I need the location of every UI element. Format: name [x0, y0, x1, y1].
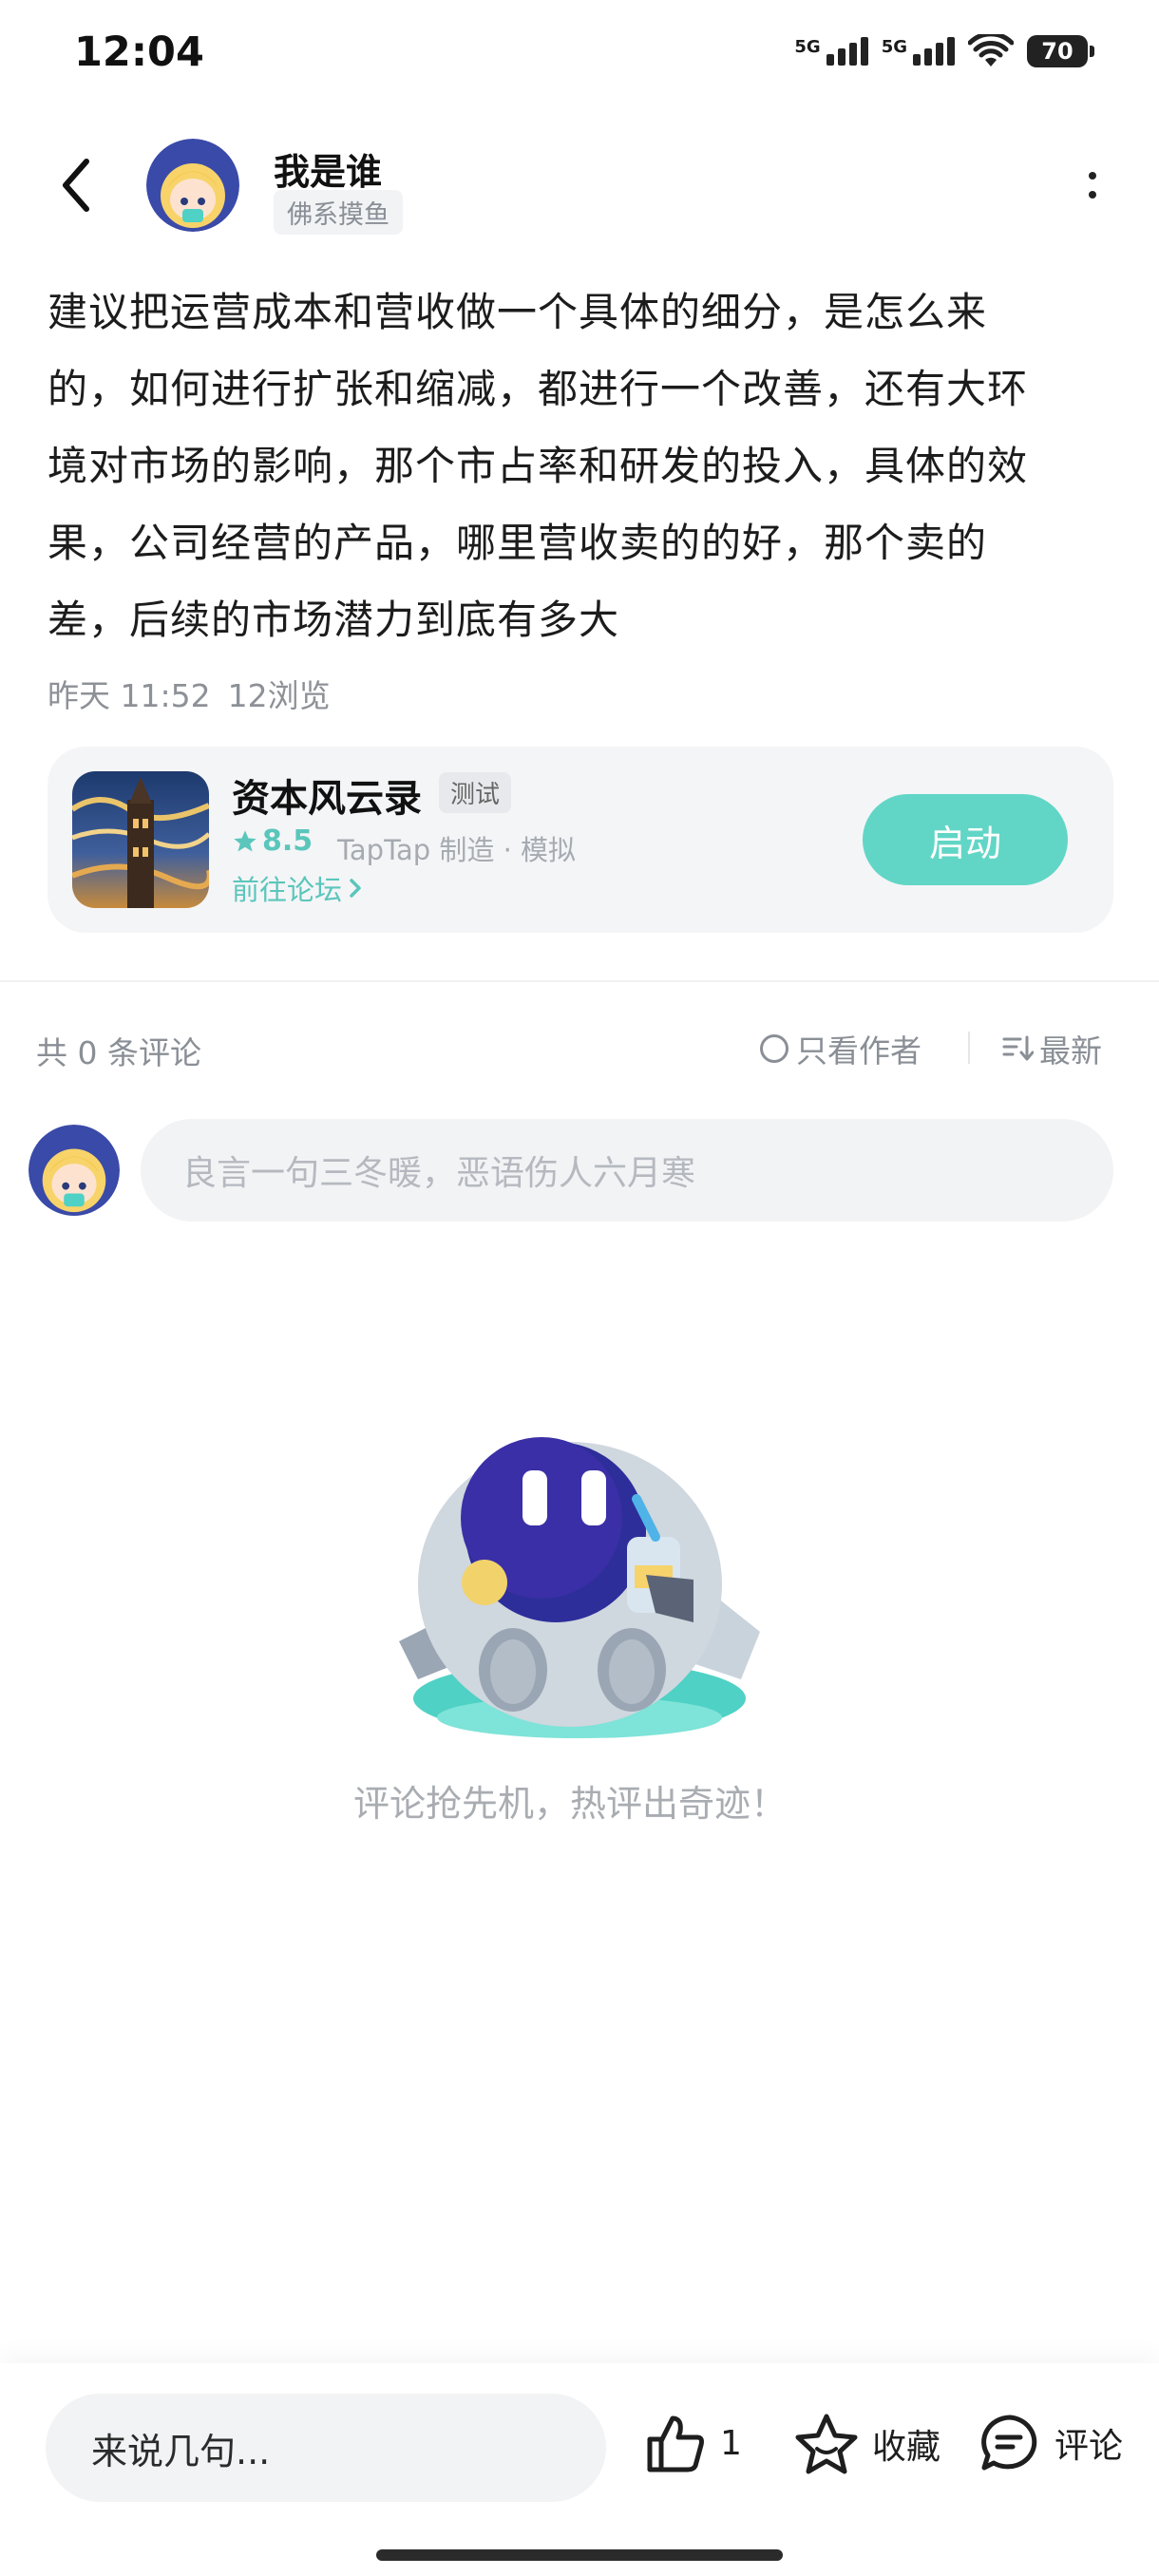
author-avatar[interactable] — [146, 139, 239, 232]
divider — [0, 980, 1159, 982]
comment-button[interactable]: 评论 — [978, 2413, 1123, 2473]
home-indicator[interactable] — [376, 2549, 783, 2561]
back-icon — [63, 159, 89, 212]
game-card[interactable]: 资本风云录 测试 8.5 TapTap 制造 · 模拟 前往论坛 启动 — [48, 747, 1113, 933]
post-line: 建议把运营成本和营收做一个具体的细分，是怎么来 — [48, 289, 988, 335]
back-button[interactable] — [48, 152, 104, 218]
launch-button[interactable]: 启动 — [863, 794, 1068, 885]
game-name[interactable]: 资本风云录 — [232, 767, 422, 823]
radio-icon — [760, 1034, 788, 1063]
signal-icon: 5G — [882, 37, 955, 66]
like-count: 1 — [720, 2423, 742, 2463]
comment-input[interactable]: 良言一句三冬暖，恶语伤人六月寒 — [141, 1119, 1113, 1222]
reply-input[interactable]: 来说几句... — [46, 2394, 606, 2502]
post-meta: 昨天 11:52 12浏览 — [48, 671, 348, 716]
more-button[interactable] — [1074, 161, 1112, 209]
comment-label: 评论 — [1054, 2427, 1124, 2466]
favorite-star-icon — [795, 2414, 858, 2474]
empty-state-illustration — [380, 1375, 798, 1755]
more-icon — [1089, 172, 1096, 199]
post-line: 差，后续的市场潜力到底有多大 — [48, 597, 620, 643]
post-line: 境对市场的影响，那个市占率和研发的投入，具体的效 — [48, 443, 1029, 489]
forum-link[interactable]: 前往论坛 — [232, 868, 363, 908]
thumbs-up-icon — [647, 2415, 704, 2472]
sort-icon — [1002, 1035, 1034, 1061]
status-time: 12:04 — [74, 28, 204, 76]
separator — [968, 1032, 970, 1064]
sort-button[interactable]: 最新 — [1001, 1026, 1102, 1071]
signal-icon: 5G — [794, 37, 868, 66]
status-icons: 5G 5G 70 — [794, 34, 1094, 68]
comment-count: 共 0 条评论 — [36, 1034, 201, 1071]
like-button[interactable]: 1 — [644, 2413, 742, 2473]
user-avatar — [28, 1125, 120, 1216]
comment-bubble-icon — [981, 2415, 1037, 2471]
author-tag: 佛系摸鱼 — [274, 190, 403, 235]
post-body: 建议把运营成本和营收做一个具体的细分，是怎么来 的，如何进行扩张和缩减，都进行一… — [48, 274, 1121, 658]
wifi-icon — [968, 34, 1014, 66]
star-icon — [234, 829, 256, 851]
favorite-button[interactable]: 收藏 — [794, 2413, 940, 2475]
favorite-label: 收藏 — [872, 2428, 941, 2467]
sort-label: 最新 — [1039, 1032, 1102, 1070]
game-maker: TapTap 制造 · 模拟 — [337, 834, 577, 866]
author-name[interactable]: 我是谁 — [274, 142, 382, 195]
game-tag: 测试 — [439, 772, 512, 813]
rating-value: 8.5 — [262, 824, 314, 858]
battery-indicator: 70 — [1027, 35, 1094, 67]
post-line: 的，如何进行扩张和缩减，都进行一个改善，还有大环 — [48, 366, 1029, 412]
post-views: 12浏览 — [227, 677, 331, 714]
game-rating: 8.5 — [232, 824, 313, 858]
chevron-right-icon — [350, 879, 361, 898]
forum-link-label: 前往论坛 — [232, 874, 343, 906]
author-only-label: 只看作者 — [796, 1032, 922, 1070]
post-line: 果，公司经营的产品，哪里营收卖的的好，那个卖的 — [48, 520, 988, 566]
bottom-bar: 来说几句... 1 收藏 评论 — [0, 2363, 1159, 2576]
game-icon — [72, 771, 209, 908]
author-only-toggle[interactable]: 只看作者 — [760, 1026, 922, 1071]
post-time: 昨天 11:52 — [48, 677, 211, 714]
empty-state-text: 评论抢先机，热评出奇迹！ — [352, 1783, 787, 1825]
